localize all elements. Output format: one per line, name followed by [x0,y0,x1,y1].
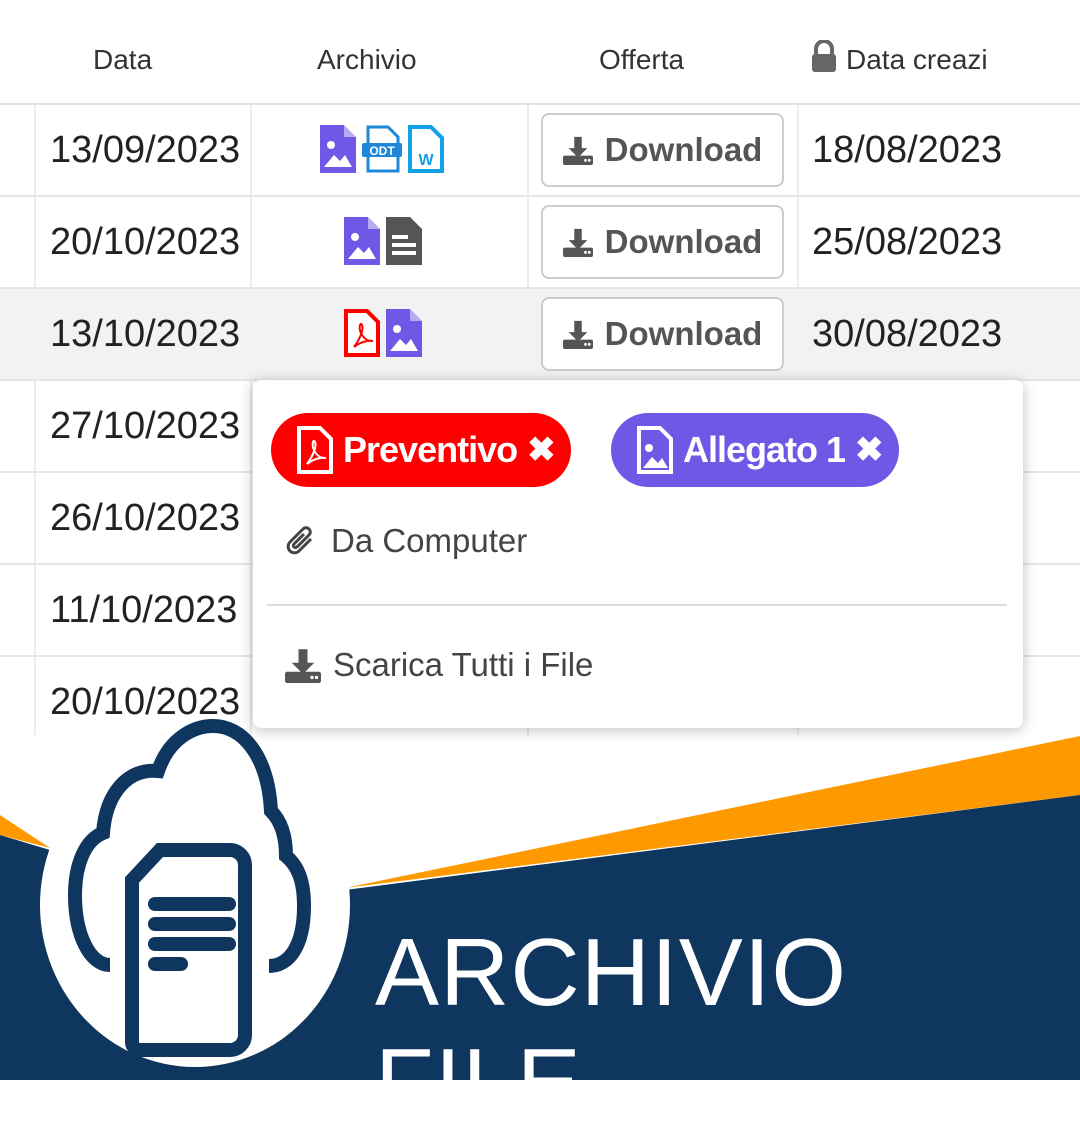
banner-title: ARCHIVIO FILE [375,919,848,1136]
